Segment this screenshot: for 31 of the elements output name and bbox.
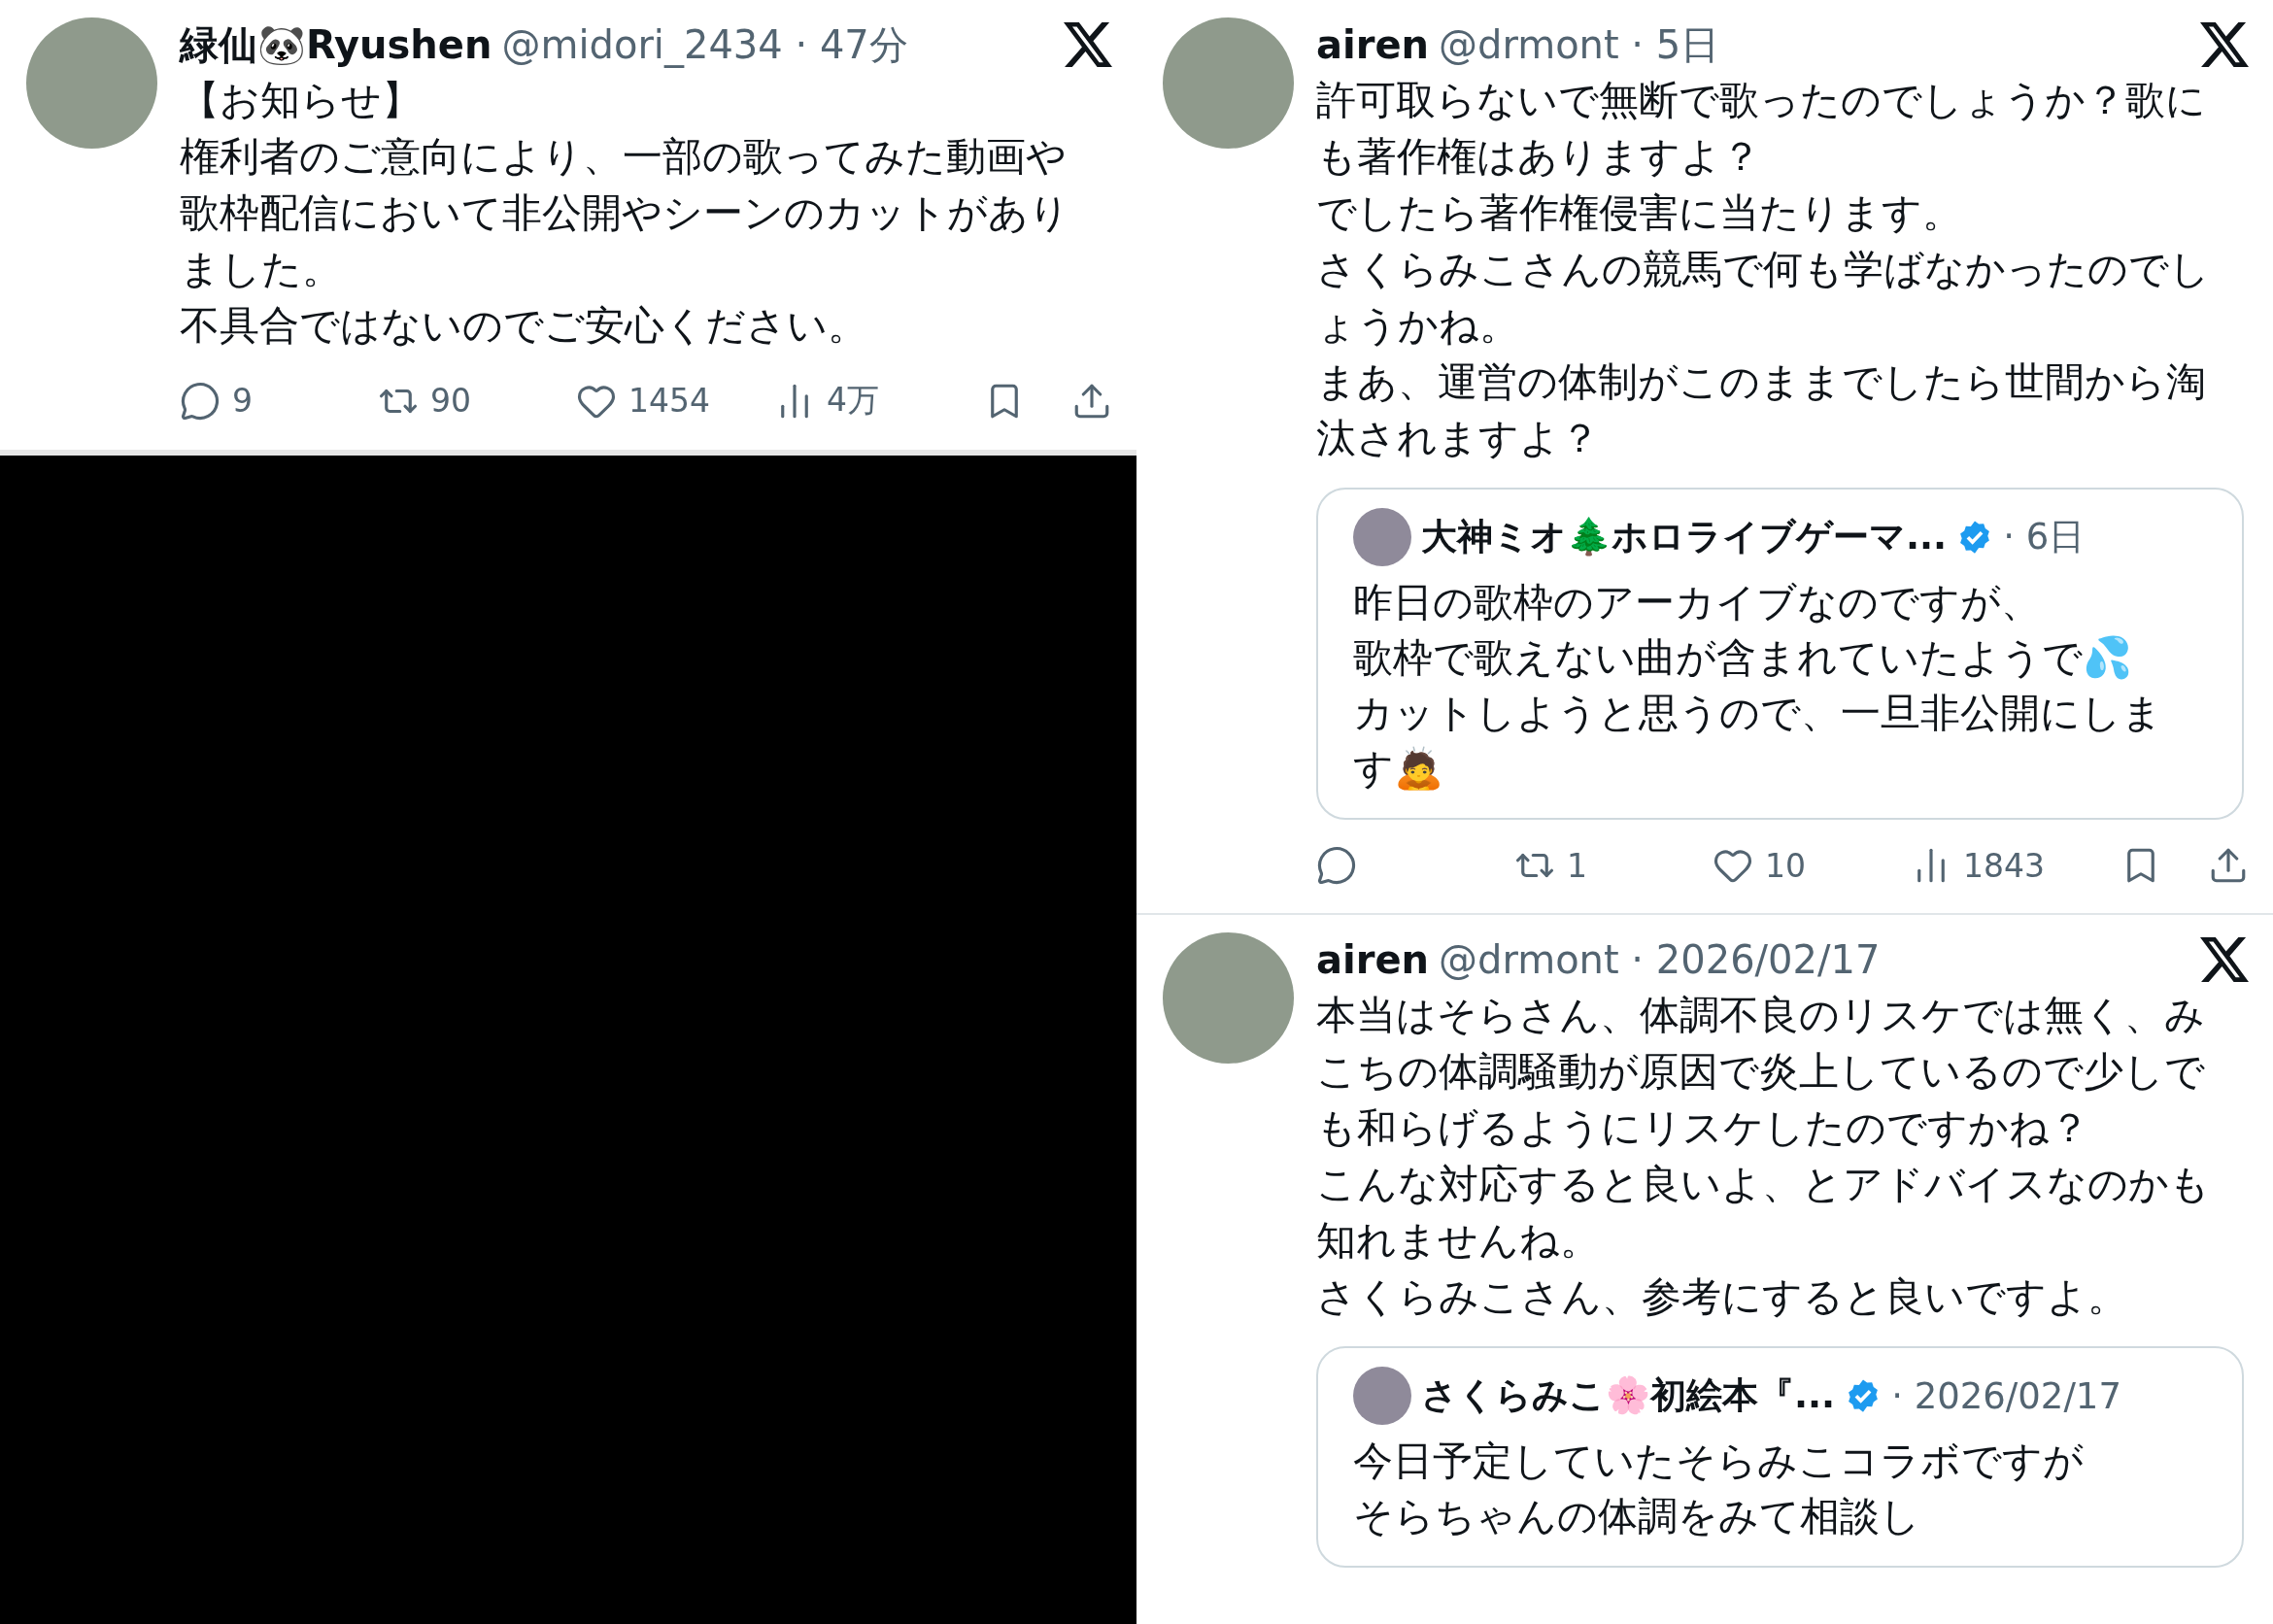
post-text: 本当はそらさん、体調不良のリスケでは無く、みこちの体調騒動が原因で炎上しているので少しでも和らげるようにリスケしたのですかね？ こんな対応すると良いよ、とアドバイスなのかも知れませんね。 さくらみこさん、参考にすると良いですよ。: [1316, 991, 2210, 1322]
post-time: · 2026/02/17: [1891, 1374, 2121, 1417]
author-name[interactable]: 緑仙🐼Ryushen: [180, 17, 492, 72]
avatar: [1353, 1367, 1411, 1425]
repost-button[interactable]: 1: [1514, 845, 1713, 886]
reply-icon: [1316, 845, 1357, 886]
quoted-post[interactable]: さくらみこ🌸初絵本『... · 2026/02/17 今日予定していたそらみこコラボですが そらちゃんの体調をみて相談し: [1316, 1346, 2244, 1568]
quoted-post[interactable]: 大神ミオ🌲ホロライブゲーマ... · 6日 昨日の歌枠のアーカイブなのですが、 歌枠で歌えない曲が含まれていたようで💦 カットしようと思うので、一旦非公開にします🙇: [1316, 488, 2244, 820]
quoted-text: 今日予定していたそらみこコラボですが そらちゃんの体調をみて相談し: [1353, 1437, 2085, 1541]
quoted-text: 昨日の歌枠のアーカイブなのですが、 歌枠で歌えない曲が含まれていたようで💦 カットしようと思うので、一旦非公開にします🙇: [1353, 578, 2163, 794]
views-button[interactable]: 4万: [774, 379, 972, 423]
post-time: · 6日: [2003, 515, 2086, 559]
avatar: [1353, 508, 1411, 566]
author-name: 大神ミオ🌲ホロライブゲーマ...: [1421, 515, 1948, 559]
author-handle-time: @drmont · 2026/02/17: [1439, 937, 1881, 982]
author-name[interactable]: airen: [1316, 22, 1430, 67]
reply-icon: [180, 380, 221, 422]
reply-button[interactable]: 9: [180, 380, 378, 422]
post-text: 許可取らないで無断で歌ったのでしょうか？歌にも著作権はありますよ？ でしたら著作権侵害に当たります。 さくらみこさんの競馬で何も学ばなかったのでしょうかね。 まあ、運営の体制がこのままでしたら世間から淘汰されますよ？: [1316, 76, 2210, 463]
post-text: 【お知らせ】 権利者のご意向により、一部の歌ってみた動画や歌枠配信において非公開やシーンのカットがありました。 不具合ではないのでご安心ください。: [180, 76, 1070, 351]
author-name[interactable]: airen: [1316, 937, 1430, 982]
x-logo-icon: [1064, 22, 1112, 67]
author-name: さくらみこ🌸初絵本『...: [1421, 1373, 1836, 1418]
x-logo-icon: [2200, 937, 2249, 982]
x-logo-icon: [2200, 22, 2249, 67]
like-button[interactable]: 1454: [576, 380, 774, 422]
repost-button[interactable]: 90: [378, 380, 576, 422]
like-button[interactable]: 10: [1713, 845, 1911, 886]
author-handle-time: @midori_2434 · 47分: [501, 20, 908, 70]
author-handle-time: @drmont · 5日: [1439, 20, 1720, 69]
views-button[interactable]: 1843: [1911, 845, 2109, 886]
